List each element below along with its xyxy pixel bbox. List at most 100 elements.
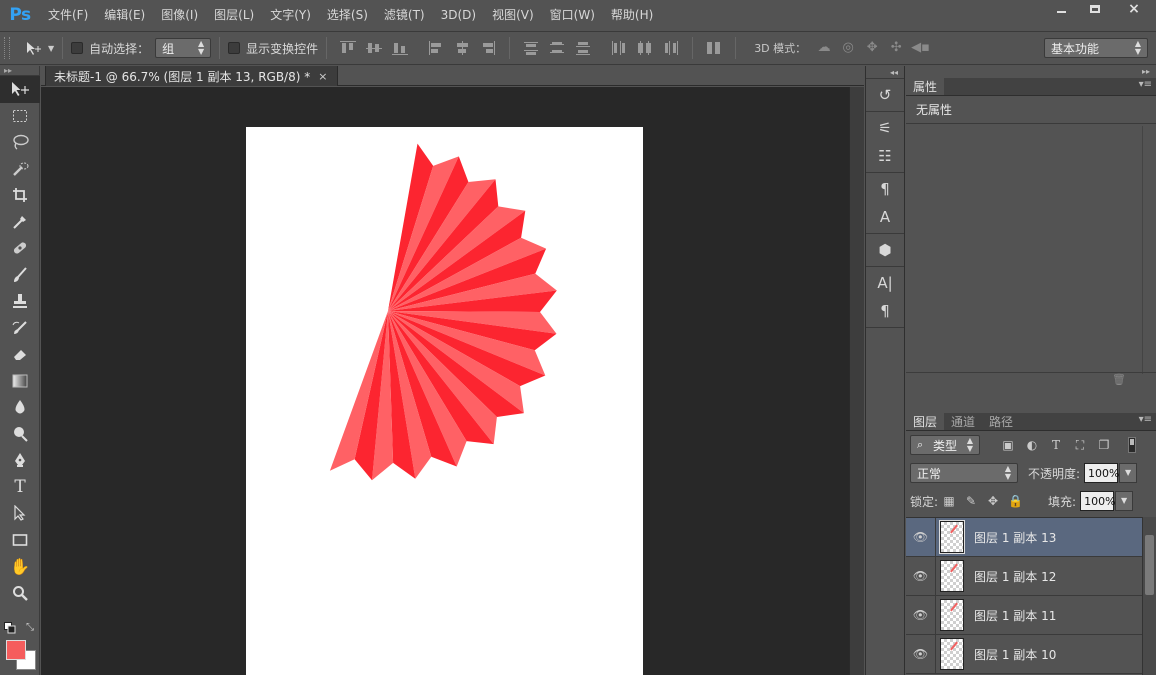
foreground-color-swatch[interactable] bbox=[6, 640, 26, 660]
layer-filter-select[interactable]: ⌕ 类型 ▲ ▼ bbox=[910, 435, 980, 455]
3d-pan-icon[interactable]: ✥ bbox=[863, 40, 881, 56]
3d-rotate-icon[interactable]: ☁ bbox=[815, 40, 833, 56]
3d-roll-icon[interactable]: ◎ bbox=[839, 40, 857, 56]
lock-position-icon[interactable]: ✥ bbox=[986, 494, 1000, 508]
lock-transparent-pixels-icon[interactable]: ▦ bbox=[942, 494, 956, 508]
auto-select-target-select[interactable]: 组 ▲ ▼ bbox=[155, 38, 212, 58]
blend-mode-select[interactable]: 正常 ▲ ▼ bbox=[910, 463, 1018, 483]
crop-tool[interactable] bbox=[0, 182, 40, 209]
trash-icon[interactable]: 🗑 bbox=[1112, 373, 1126, 386]
type-tool[interactable]: T bbox=[0, 474, 40, 501]
align-left-edges-icon[interactable] bbox=[426, 39, 446, 57]
distribute-top-edges-icon[interactable] bbox=[521, 39, 541, 57]
move-tool[interactable] bbox=[0, 76, 40, 103]
eyedropper-tool[interactable] bbox=[0, 209, 40, 236]
hand-tool[interactable]: ✋ bbox=[0, 553, 40, 580]
character-styles-button[interactable]: A bbox=[866, 203, 904, 231]
dock-collapse-grip[interactable]: ◂◂ bbox=[866, 66, 904, 79]
lock-image-pixels-icon[interactable]: ✎ bbox=[964, 494, 978, 508]
eraser-tool[interactable] bbox=[0, 341, 40, 368]
options-grip[interactable] bbox=[4, 37, 10, 59]
align-top-edges-icon[interactable] bbox=[338, 39, 358, 57]
document-canvas[interactable] bbox=[246, 127, 643, 675]
menu-layer[interactable]: 图层(L) bbox=[206, 0, 262, 30]
show-transform-checkbox[interactable]: 显示变换控件 bbox=[228, 40, 318, 57]
properties-scrollbar[interactable] bbox=[1142, 126, 1154, 374]
swap-colors-icon[interactable]: ⤡ bbox=[26, 622, 34, 633]
menu-3d[interactable]: 3D(D) bbox=[433, 0, 484, 30]
menu-image[interactable]: 图像(I) bbox=[153, 0, 206, 30]
panel-menu-icon[interactable]: ▾≡ bbox=[1139, 79, 1152, 90]
filter-pixel-icon[interactable]: ▣ bbox=[1001, 438, 1015, 452]
menu-select[interactable]: 选择(S) bbox=[319, 0, 376, 30]
distribute-bottom-edges-icon[interactable] bbox=[573, 39, 593, 57]
menu-window[interactable]: 窗口(W) bbox=[542, 0, 603, 30]
menu-edit[interactable]: 编辑(E) bbox=[96, 0, 153, 30]
path-selection-tool[interactable] bbox=[0, 500, 40, 527]
filter-smart-object-icon[interactable]: ❐ bbox=[1097, 438, 1111, 452]
distribute-right-edges-icon[interactable] bbox=[661, 39, 681, 57]
lock-all-icon[interactable]: 🔒 bbox=[1008, 494, 1023, 508]
paragraph-panel-button[interactable]: ¶ bbox=[866, 297, 904, 325]
visibility-eye-icon[interactable]: 👁 bbox=[906, 556, 936, 596]
workspace-select[interactable]: 基本功能 ▲ ▼ bbox=[1044, 38, 1148, 58]
align-bottom-edges-icon[interactable] bbox=[390, 39, 410, 57]
layer-row[interactable]: 👁 图层 1 副本 11 bbox=[906, 595, 1142, 635]
checkbox-box[interactable] bbox=[228, 42, 241, 54]
tools-collapse-grip[interactable]: ▸▸ bbox=[0, 66, 39, 76]
zoom-tool[interactable] bbox=[0, 580, 40, 607]
maximize-button[interactable] bbox=[1078, 0, 1112, 18]
minimize-button[interactable] bbox=[1044, 0, 1078, 18]
menu-file[interactable]: 文件(F) bbox=[40, 0, 96, 30]
history-brush-tool[interactable] bbox=[0, 315, 40, 342]
tab-properties[interactable]: 属性 bbox=[906, 78, 945, 95]
checkbox-box[interactable] bbox=[71, 42, 84, 54]
canvas-vertical-scrollbar[interactable] bbox=[849, 87, 864, 675]
filter-type-icon[interactable]: T bbox=[1049, 438, 1063, 452]
brush-tool[interactable] bbox=[0, 262, 40, 289]
default-colors-icon[interactable] bbox=[4, 622, 16, 634]
fill-input[interactable]: 100% bbox=[1080, 491, 1116, 511]
gradient-tool[interactable] bbox=[0, 368, 40, 395]
align-vertical-centers-icon[interactable] bbox=[364, 39, 384, 57]
opacity-dropdown-button[interactable]: ▼ bbox=[1119, 463, 1138, 483]
menu-type[interactable]: 文字(Y) bbox=[262, 0, 319, 30]
menu-filter[interactable]: 滤镜(T) bbox=[376, 0, 433, 30]
tab-layers[interactable]: 图层 bbox=[906, 413, 945, 430]
dodge-tool[interactable] bbox=[0, 421, 40, 448]
visibility-eye-icon[interactable]: 👁 bbox=[906, 634, 936, 674]
filter-adjustment-icon[interactable]: ◐ bbox=[1025, 438, 1039, 452]
paragraph-styles-button[interactable]: ¶ bbox=[866, 175, 904, 203]
layers-scrollbar-thumb[interactable] bbox=[1145, 535, 1154, 595]
auto-select-checkbox[interactable]: 自动选择： bbox=[71, 40, 149, 57]
fill-dropdown-button[interactable]: ▼ bbox=[1115, 491, 1134, 511]
document-tab[interactable]: 未标题-1 @ 66.7% (图层 1 副本 13, RGB/8) * × bbox=[45, 66, 339, 86]
layer-row[interactable]: 👁 图层 1 副本 10 bbox=[906, 634, 1142, 674]
auto-align-layers-icon[interactable] bbox=[704, 39, 724, 57]
tab-channels[interactable]: 通道 bbox=[944, 413, 982, 430]
lasso-tool[interactable] bbox=[0, 129, 40, 156]
marquee-tool[interactable] bbox=[0, 103, 40, 130]
blur-tool[interactable] bbox=[0, 394, 40, 421]
align-right-edges-icon[interactable] bbox=[478, 39, 498, 57]
layers-scrollbar[interactable] bbox=[1142, 517, 1156, 675]
visibility-eye-icon[interactable]: 👁 bbox=[906, 595, 936, 635]
filter-shape-icon[interactable]: ⛶ bbox=[1073, 438, 1087, 452]
healing-brush-tool[interactable] bbox=[0, 235, 40, 262]
menu-view[interactable]: 视图(V) bbox=[484, 0, 542, 30]
character-panel-button[interactable]: A| bbox=[866, 269, 904, 297]
close-icon[interactable]: × bbox=[318, 70, 327, 83]
align-horizontal-centers-icon[interactable] bbox=[452, 39, 472, 57]
clone-stamp-tool[interactable] bbox=[0, 288, 40, 315]
distribute-horizontal-centers-icon[interactable] bbox=[635, 39, 655, 57]
3d-scale-icon[interactable]: ◀▪ bbox=[911, 40, 930, 56]
rectangle-tool[interactable] bbox=[0, 527, 40, 554]
tool-preset-picker[interactable]: ▼ bbox=[24, 40, 54, 56]
menu-help[interactable]: 帮助(H) bbox=[603, 0, 661, 30]
filter-toggle-switch[interactable] bbox=[1128, 437, 1136, 453]
layer-row[interactable]: 👁 图层 1 副本 12 bbox=[906, 556, 1142, 596]
close-button[interactable]: × bbox=[1112, 0, 1156, 18]
pen-tool[interactable] bbox=[0, 447, 40, 474]
panel-menu-icon[interactable]: ▾≡ bbox=[1139, 414, 1152, 425]
visibility-eye-icon[interactable]: 👁 bbox=[906, 518, 936, 557]
